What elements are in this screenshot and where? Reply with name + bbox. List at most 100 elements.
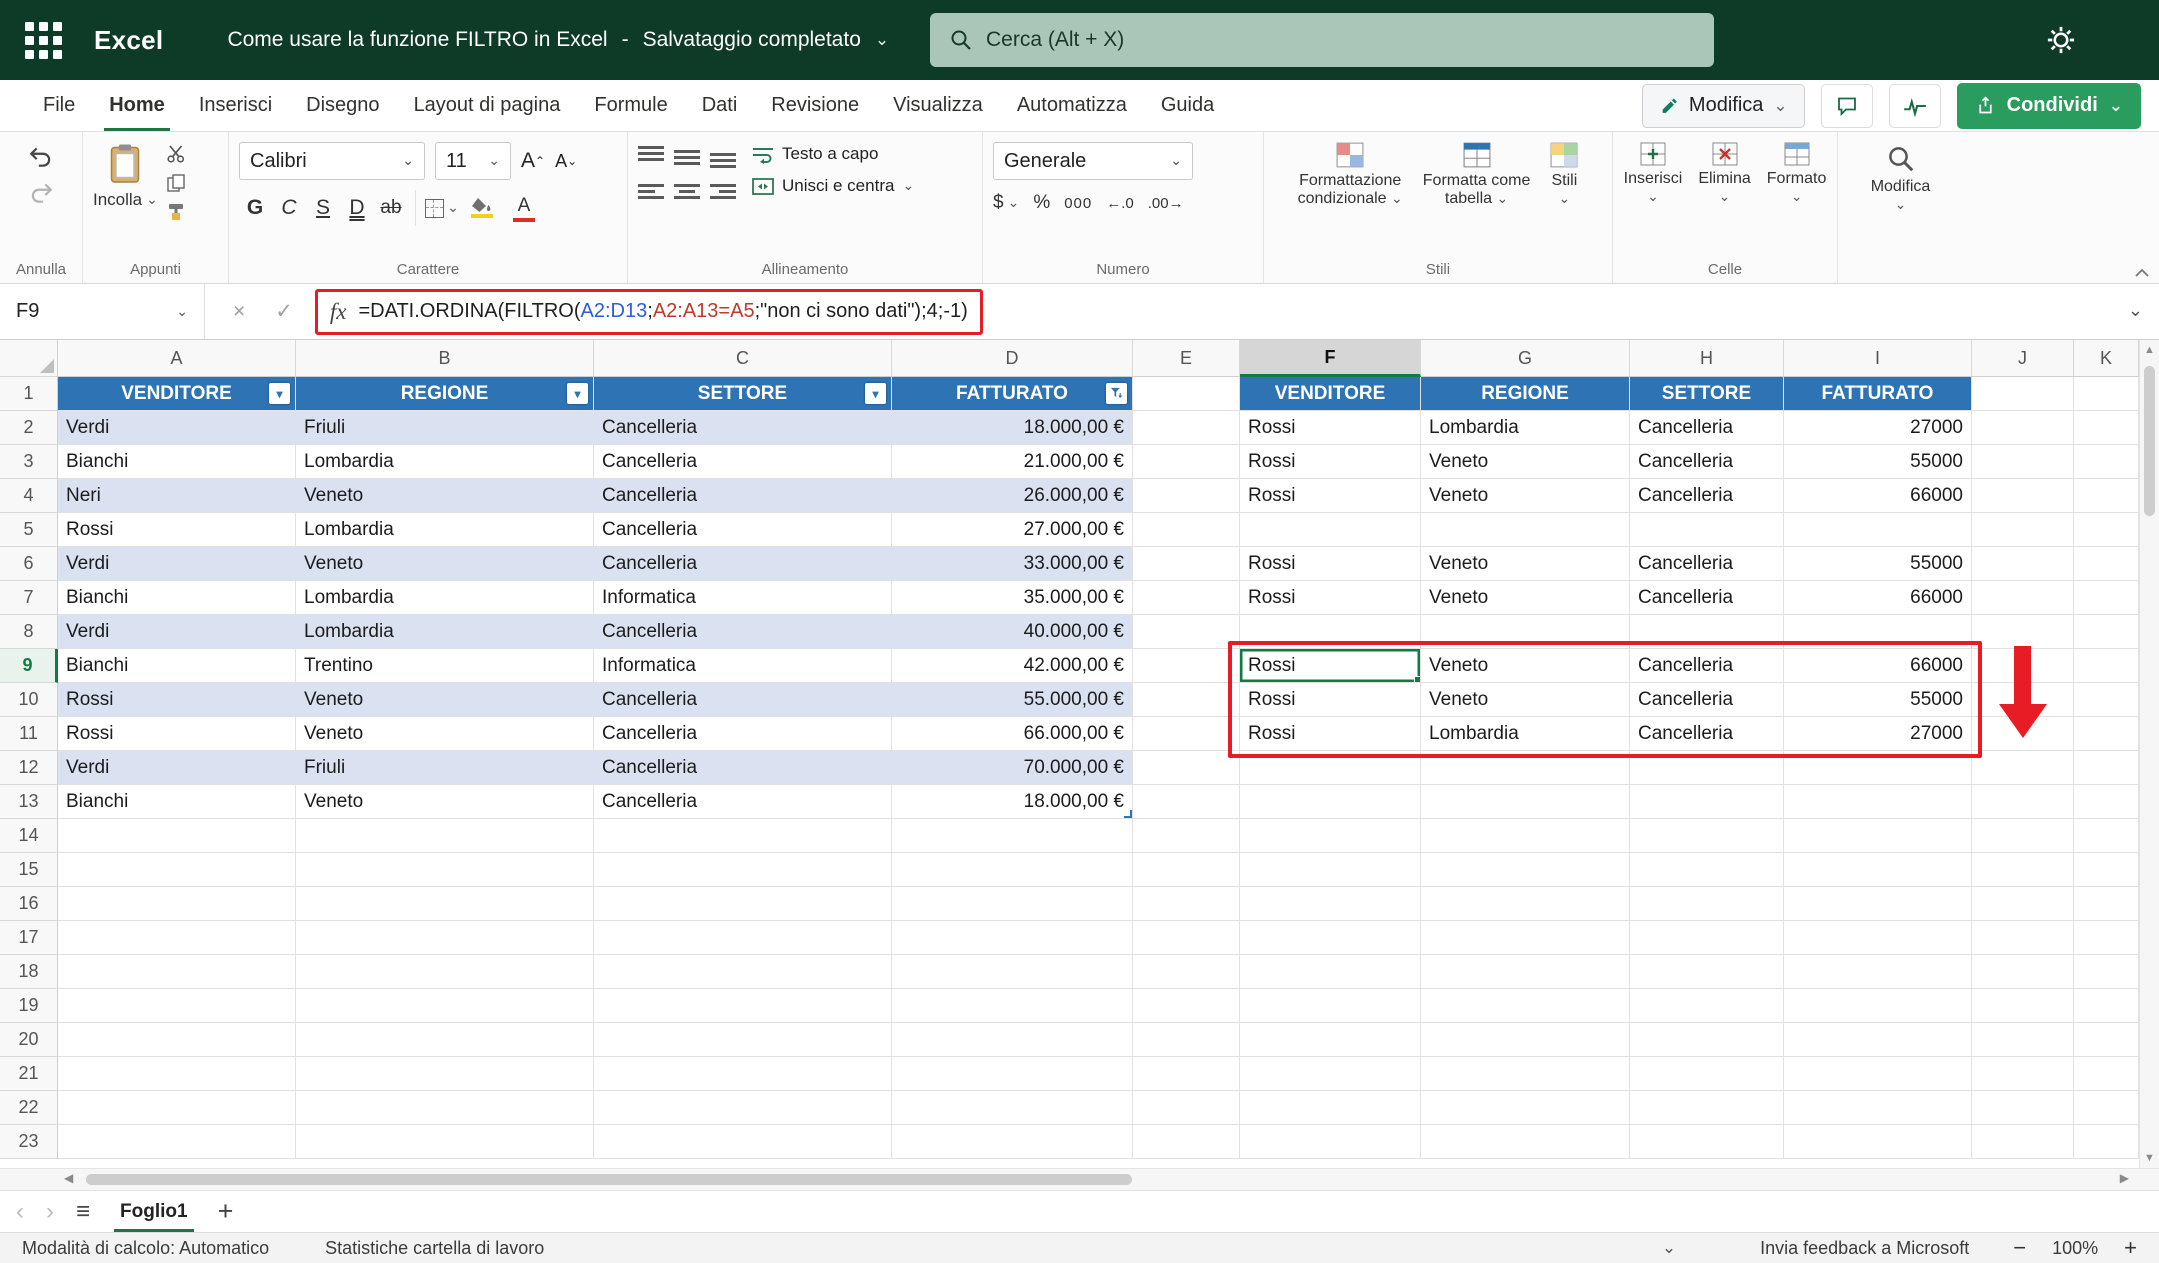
ribbon-tab-file[interactable]: File [26, 80, 92, 131]
cell-B3[interactable]: Lombardia [296, 445, 594, 479]
cell-F15[interactable] [1240, 853, 1421, 887]
column-header-D[interactable]: D [892, 340, 1133, 377]
insert-function-button[interactable]: fx [330, 299, 347, 325]
cell-I10[interactable]: 55000 [1784, 683, 1972, 717]
row-header-22[interactable]: 22 [0, 1091, 58, 1125]
cell-K6[interactable] [2074, 547, 2139, 581]
cell-C3[interactable]: Cancelleria [594, 445, 892, 479]
cell-H8[interactable] [1630, 615, 1784, 649]
cell-J14[interactable] [1972, 819, 2074, 853]
underline-button[interactable]: S [307, 190, 339, 226]
fill-handle[interactable] [1414, 676, 1421, 683]
add-sheet-button[interactable]: + [218, 1198, 234, 1225]
cell-G5[interactable] [1421, 513, 1630, 547]
cell-C2[interactable]: Cancelleria [594, 411, 892, 445]
cell-E13[interactable] [1133, 785, 1240, 819]
cell-A7[interactable]: Bianchi [58, 581, 296, 615]
cell-J17[interactable] [1972, 921, 2074, 955]
cell-H6[interactable]: Cancelleria [1630, 547, 1784, 581]
ribbon-tab-visualizza[interactable]: Visualizza [876, 80, 1000, 131]
cell-H7[interactable]: Cancelleria [1630, 581, 1784, 615]
cell-E2[interactable] [1133, 411, 1240, 445]
cell-G8[interactable] [1421, 615, 1630, 649]
cell-H5[interactable] [1630, 513, 1784, 547]
cell-D4[interactable]: 26.000,00 € [892, 479, 1133, 513]
column-header-F[interactable]: F [1240, 340, 1421, 377]
cell-C19[interactable] [594, 989, 892, 1023]
cell-I11[interactable]: 27000 [1784, 717, 1972, 751]
ribbon-tab-automatizza[interactable]: Automatizza [1000, 80, 1144, 131]
cell-F12[interactable] [1240, 751, 1421, 785]
cell-A19[interactable] [58, 989, 296, 1023]
cell-B8[interactable]: Lombardia [296, 615, 594, 649]
cell-F3[interactable]: Rossi [1240, 445, 1421, 479]
cell-E6[interactable] [1133, 547, 1240, 581]
cell-J19[interactable] [1972, 989, 2074, 1023]
calc-mode-status[interactable]: Modalità di calcolo: Automatico [22, 1238, 269, 1259]
scroll-up-arrow[interactable]: ▲ [2140, 344, 2159, 356]
cell-E15[interactable] [1133, 853, 1240, 887]
cell-K2[interactable] [2074, 411, 2139, 445]
row-header-2[interactable]: 2 [0, 411, 58, 445]
cell-A22[interactable] [58, 1091, 296, 1125]
cell-J11[interactable] [1972, 717, 2074, 751]
bold-button[interactable]: G [239, 190, 271, 226]
cell-I6[interactable]: 55000 [1784, 547, 1972, 581]
cell-I20[interactable] [1784, 1023, 1972, 1057]
cell-K8[interactable] [2074, 615, 2139, 649]
cell-G15[interactable] [1421, 853, 1630, 887]
double-underline-button[interactable]: D [341, 190, 373, 226]
cell-H12[interactable] [1630, 751, 1784, 785]
cell-G20[interactable] [1421, 1023, 1630, 1057]
cell-D1[interactable]: FATTURATO [892, 377, 1133, 411]
mode-switch-button[interactable]: Modifica ⌄ [1642, 84, 1805, 128]
cell-B22[interactable] [296, 1091, 594, 1125]
ribbon-tab-guida[interactable]: Guida [1144, 80, 1231, 131]
cell-E16[interactable] [1133, 887, 1240, 921]
cell-C10[interactable]: Cancelleria [594, 683, 892, 717]
cell-H11[interactable]: Cancelleria [1630, 717, 1784, 751]
row-header-20[interactable]: 20 [0, 1023, 58, 1057]
cell-K4[interactable] [2074, 479, 2139, 513]
row-header-6[interactable]: 6 [0, 547, 58, 581]
cell-A9[interactable]: Bianchi [58, 649, 296, 683]
cell-D21[interactable] [892, 1057, 1133, 1091]
cancel-entry-button[interactable]: × [233, 300, 245, 324]
cell-K7[interactable] [2074, 581, 2139, 615]
cell-B5[interactable]: Lombardia [296, 513, 594, 547]
increase-font-size-button[interactable]: A⌃ [521, 149, 545, 173]
cell-A13[interactable]: Bianchi [58, 785, 296, 819]
row-header-18[interactable]: 18 [0, 955, 58, 989]
cell-B18[interactable] [296, 955, 594, 989]
cell-E23[interactable] [1133, 1125, 1240, 1159]
cell-C4[interactable]: Cancelleria [594, 479, 892, 513]
cell-B21[interactable] [296, 1057, 594, 1091]
cell-B19[interactable] [296, 989, 594, 1023]
cell-H14[interactable] [1630, 819, 1784, 853]
cell-D8[interactable]: 40.000,00 € [892, 615, 1133, 649]
cell-A1[interactable]: VENDITORE▾ [58, 377, 296, 411]
filter-button-A[interactable]: ▾ [269, 383, 290, 404]
cell-A14[interactable] [58, 819, 296, 853]
cell-G17[interactable] [1421, 921, 1630, 955]
cell-I7[interactable]: 66000 [1784, 581, 1972, 615]
cell-A10[interactable]: Rossi [58, 683, 296, 717]
cell-E20[interactable] [1133, 1023, 1240, 1057]
cell-E18[interactable] [1133, 955, 1240, 989]
cell-D23[interactable] [892, 1125, 1133, 1159]
fill-color-button[interactable] [462, 191, 502, 225]
cell-G23[interactable] [1421, 1125, 1630, 1159]
align-center-icon[interactable] [674, 180, 700, 202]
cell-F1[interactable]: VENDITORE [1240, 377, 1421, 411]
cell-H19[interactable] [1630, 989, 1784, 1023]
cell-C12[interactable]: Cancelleria [594, 751, 892, 785]
cell-K15[interactable] [2074, 853, 2139, 887]
activity-button[interactable] [1889, 84, 1941, 128]
editing-menu-button[interactable]: Modifica ⌄ [1848, 144, 1953, 215]
cell-I12[interactable] [1784, 751, 1972, 785]
cell-I13[interactable] [1784, 785, 1972, 819]
cell-C14[interactable] [594, 819, 892, 853]
cell-J9[interactable] [1972, 649, 2074, 683]
cell-I3[interactable]: 55000 [1784, 445, 1972, 479]
currency-format-button[interactable]: $ ⌄ [993, 192, 1019, 214]
